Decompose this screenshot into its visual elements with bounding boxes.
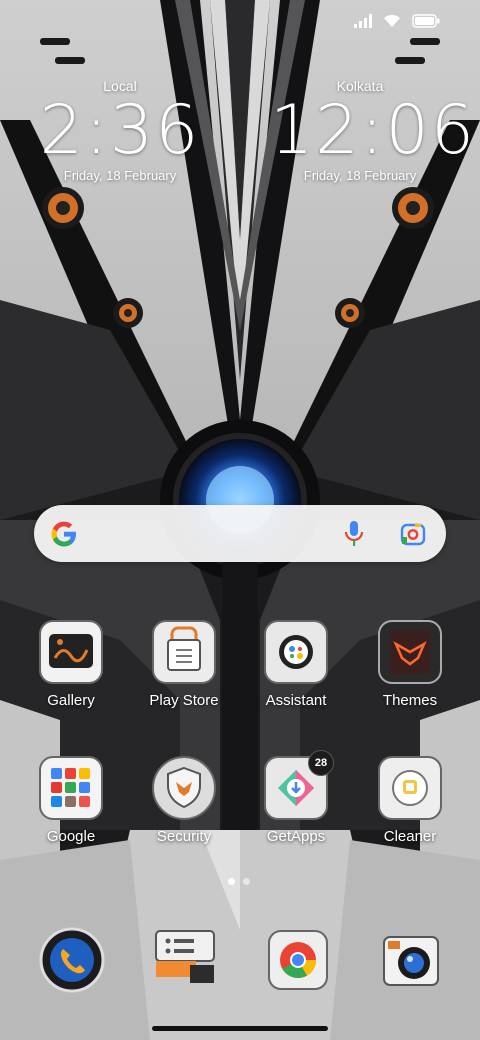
google-search-bar[interactable] (34, 505, 446, 562)
dock-chrome[interactable] (263, 925, 333, 995)
microphone-icon[interactable] (343, 520, 365, 548)
camera-icon (383, 936, 439, 986)
status-bar (354, 14, 440, 28)
assistant-icon (264, 620, 328, 684)
app-label: Assistant (265, 692, 327, 709)
security-icon (152, 756, 216, 820)
app-getapps[interactable]: 28 GetApps (241, 750, 351, 845)
gallery-icon (39, 620, 103, 684)
getapps-icon: 28 (264, 750, 334, 820)
clock-date: Friday, 18 February (303, 168, 417, 183)
app-label: Gallery (47, 692, 95, 709)
app-themes[interactable]: Themes (355, 620, 465, 709)
themes-icon (378, 620, 442, 684)
app-label: Themes (382, 692, 438, 709)
app-label: Cleaner (383, 828, 437, 845)
page-indicator (228, 878, 250, 885)
app-security[interactable]: Security (129, 756, 239, 845)
dock-phone[interactable] (37, 925, 107, 995)
page-dot-active (228, 878, 235, 885)
chrome-icon (268, 930, 328, 990)
google-folder-icon (39, 756, 103, 820)
battery-icon (412, 14, 440, 28)
app-assistant[interactable]: Assistant (241, 620, 351, 709)
app-label: GetApps (266, 828, 326, 845)
app-cleaner[interactable]: Cleaner (355, 756, 465, 845)
app-play-store[interactable]: Play Store (129, 620, 239, 709)
app-label: Google (46, 828, 96, 845)
signal-icon (354, 14, 372, 28)
cleaner-icon (378, 756, 442, 820)
app-gallery[interactable]: Gallery (16, 620, 126, 709)
app-label: Security (156, 828, 212, 845)
wifi-icon (384, 14, 400, 27)
dock-messages[interactable] (150, 925, 220, 995)
messages-icon (155, 930, 215, 983)
app-label: Play Store (149, 692, 219, 709)
home-indicator[interactable] (152, 1026, 328, 1031)
app-google-folder[interactable]: Google (16, 756, 126, 845)
clock-kolkata[interactable]: Kolkata 12:06 Friday, 18 February (270, 78, 476, 183)
clock-date: Friday, 18 February (63, 168, 177, 183)
play-store-icon (152, 620, 216, 684)
notification-badge: 28 (308, 750, 334, 776)
clock-time: 12:06 (270, 91, 476, 170)
page-dot (243, 878, 250, 885)
phone-icon (39, 927, 105, 993)
dock-camera[interactable] (376, 925, 446, 995)
google-logo-icon[interactable] (49, 519, 79, 549)
clock-local[interactable]: Local 2:36 Friday, 18 February (30, 78, 210, 183)
camera-lens-icon[interactable] (400, 521, 426, 547)
clock-time: 2:36 (39, 91, 201, 170)
